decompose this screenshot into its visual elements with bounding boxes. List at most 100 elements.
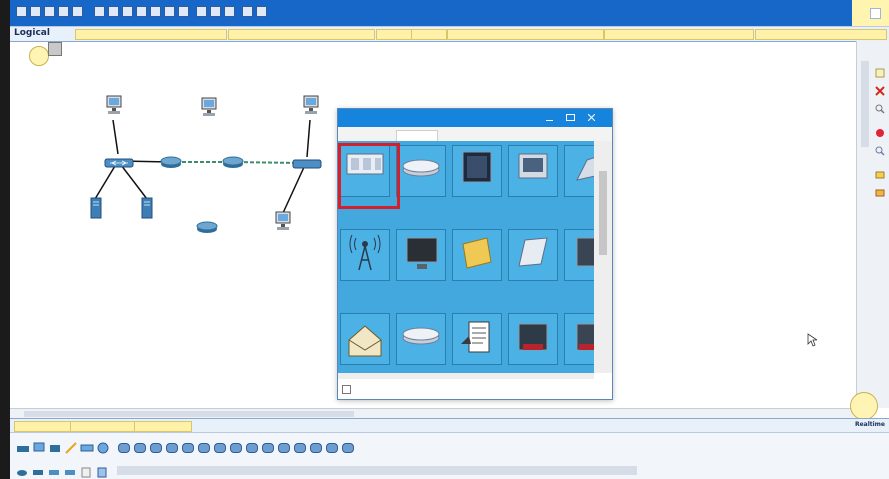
router-device[interactable]	[196, 219, 218, 238]
device-tile[interactable]	[564, 229, 594, 281]
router-flat-tile[interactable]	[396, 145, 446, 197]
move-object-button[interactable]	[411, 29, 447, 40]
power-cycle-devices-button[interactable]	[70, 421, 136, 432]
tab-physical[interactable]	[342, 131, 366, 141]
pc-device[interactable]	[200, 97, 218, 123]
switches-category-icon[interactable]	[32, 463, 44, 475]
drawing-palette-icon[interactable]	[196, 6, 207, 17]
wireless-category-icon[interactable]	[64, 463, 76, 475]
alarm-tile[interactable]	[508, 313, 558, 365]
viewport-button[interactable]	[604, 29, 754, 40]
tv-tile[interactable]	[396, 229, 446, 281]
wan-emulation-category-icon[interactable]	[96, 463, 108, 478]
inspect-tool-icon[interactable]	[875, 99, 885, 114]
custom-devices-icon[interactable]	[210, 6, 221, 17]
zoom-out-icon[interactable]	[178, 6, 189, 17]
network-info-icon[interactable]	[224, 6, 235, 17]
router-model-icon[interactable]	[262, 443, 274, 453]
router-model-icon[interactable]	[182, 443, 194, 453]
hubs-category-icon[interactable]	[48, 463, 60, 475]
zoom-reset-icon[interactable]	[164, 6, 175, 17]
router-flat-tile[interactable]	[396, 313, 446, 365]
router-model-icon[interactable]	[326, 443, 338, 453]
fast-forward-time-button[interactable]	[134, 421, 192, 432]
security-category-icon[interactable]	[80, 463, 92, 478]
copy-icon[interactable]	[94, 6, 105, 17]
root-field[interactable]	[75, 29, 227, 40]
window-restore-icon[interactable]	[870, 8, 881, 19]
paste-icon[interactable]	[108, 6, 119, 17]
email-tile[interactable]	[340, 313, 390, 365]
new-cluster-field[interactable]	[228, 29, 375, 40]
save-icon[interactable]	[44, 6, 55, 17]
resize-tool-icon[interactable]	[875, 141, 885, 156]
wizard-icon[interactable]	[72, 6, 83, 17]
connections-icon[interactable]	[64, 439, 78, 454]
pc-device[interactable]	[274, 211, 292, 237]
dialog-titlebar[interactable]	[338, 109, 612, 127]
scrollbar-thumb[interactable]	[24, 411, 354, 417]
monitor-tile[interactable]	[452, 145, 502, 197]
router-model-icon[interactable]	[342, 443, 354, 453]
server-device[interactable]	[141, 197, 153, 223]
time-control-circle-icon[interactable]	[850, 392, 878, 420]
switch-device[interactable]	[104, 154, 134, 173]
scanner-tile[interactable]	[508, 229, 558, 281]
router-model-icon[interactable]	[246, 443, 258, 453]
router-model-icon[interactable]	[310, 443, 322, 453]
router-model-icon[interactable]	[230, 443, 242, 453]
realtime-mode-label[interactable]: Realtime	[855, 421, 885, 428]
tab-config[interactable]	[368, 131, 392, 141]
network-devices-icon[interactable]	[16, 439, 30, 452]
dialog-vertical-scrollbar[interactable]	[594, 141, 612, 373]
redo-icon[interactable]	[136, 6, 147, 17]
miscellaneous-icon[interactable]	[80, 439, 94, 452]
vertical-scrollbar[interactable]	[861, 61, 869, 147]
undo-icon[interactable]	[122, 6, 133, 17]
about-icon[interactable]	[256, 6, 267, 17]
pc-device[interactable]	[302, 95, 320, 121]
maximize-icon[interactable]	[566, 114, 575, 121]
router-device[interactable]	[222, 154, 244, 173]
select-tool-icon[interactable]	[875, 63, 885, 78]
top-checkbox[interactable]	[342, 385, 351, 394]
device-list-scrollbar[interactable]	[117, 466, 637, 475]
document-tile[interactable]	[452, 313, 502, 365]
sticky-note-tile[interactable]	[452, 229, 502, 281]
zoom-in-icon[interactable]	[150, 6, 161, 17]
routers-category-icon[interactable]	[16, 463, 28, 476]
help-icon[interactable]	[242, 6, 253, 17]
router-model-icon[interactable]	[214, 443, 226, 453]
pc-device[interactable]	[105, 95, 123, 121]
set-tiled-background-button[interactable]	[447, 29, 604, 40]
wireless-tower-tile[interactable]	[340, 229, 390, 281]
tablet-tile[interactable]	[508, 145, 558, 197]
components-icon[interactable]	[48, 439, 62, 452]
router-device[interactable]	[160, 154, 182, 173]
open-file-icon[interactable]	[30, 6, 41, 17]
complex-pdu-icon[interactable]	[875, 183, 885, 197]
tab-desktop[interactable]	[396, 130, 438, 141]
logical-view-label[interactable]: Logical	[14, 28, 50, 38]
router-model-icon[interactable]	[134, 443, 146, 453]
device-tile[interactable]	[564, 313, 594, 365]
new-cluster-button[interactable]	[376, 29, 412, 40]
minimize-icon[interactable]	[546, 115, 553, 121]
print-icon[interactable]	[58, 6, 69, 17]
router-model-icon[interactable]	[278, 443, 290, 453]
environment-time-field[interactable]	[755, 29, 887, 40]
switch-device[interactable]	[292, 155, 322, 174]
router-model-icon[interactable]	[294, 443, 306, 453]
stop-tool-icon[interactable]	[875, 123, 885, 137]
router-model-icon[interactable]	[150, 443, 162, 453]
add-pdu-icon[interactable]	[875, 165, 885, 179]
delete-tool-icon[interactable]	[875, 81, 885, 96]
tab-attributes[interactable]	[438, 131, 468, 141]
new-file-icon[interactable]	[16, 6, 27, 17]
scrollbar-thumb[interactable]	[599, 171, 607, 255]
router-model-icon[interactable]	[118, 443, 130, 453]
multiuser-icon[interactable]	[96, 439, 110, 454]
device-tile[interactable]	[564, 145, 594, 197]
router-model-icon[interactable]	[166, 443, 178, 453]
server-device[interactable]	[90, 197, 102, 223]
